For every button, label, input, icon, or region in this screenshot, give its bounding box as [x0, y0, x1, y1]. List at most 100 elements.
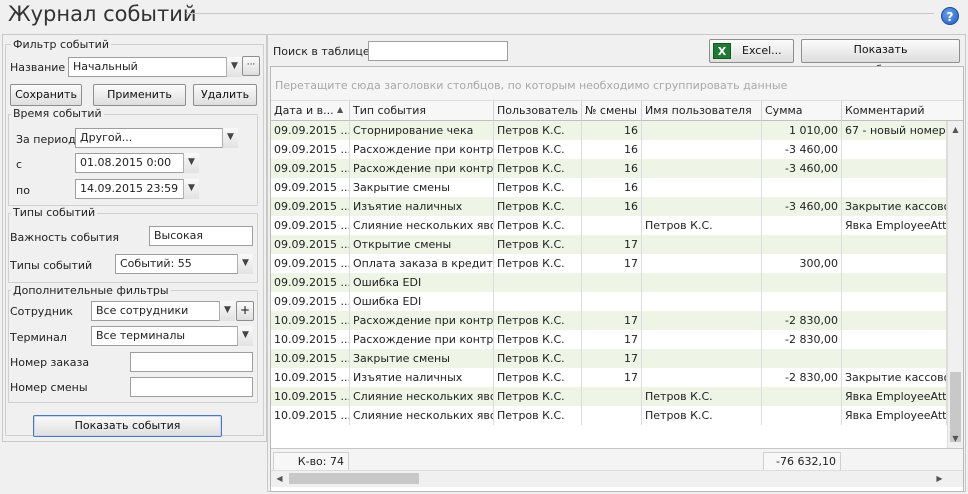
cell-shift: [582, 387, 642, 406]
cell-username: [642, 311, 762, 330]
order-number-field[interactable]: [130, 352, 253, 372]
cell-sum: [762, 216, 842, 235]
column-header-username[interactable]: Имя пользователя: [642, 101, 762, 121]
column-header-sum[interactable]: Сумма: [762, 101, 842, 121]
importance-field[interactable]: Высокая: [149, 226, 253, 246]
column-header-date[interactable]: Дата и в... ▲: [271, 101, 350, 121]
add-employee-button[interactable]: +: [236, 301, 254, 321]
cell-date: 10.09.2015 ...: [271, 311, 350, 330]
date-to-field[interactable]: 14.09.2015 23:59: [75, 179, 199, 199]
show-video-button[interactable]: Показать видеонаблюдение: [801, 39, 960, 76]
cell-type: Слияние нескольких явок: [350, 216, 494, 235]
table-row[interactable]: 09.09.2015 ... Расхождение при контр... Пе…: [271, 159, 947, 178]
save-button[interactable]: Сохранить: [10, 84, 82, 106]
cell-shift: [582, 216, 642, 235]
table-row[interactable]: 09.09.2015 ... Сторнирование чека Петров К…: [271, 121, 947, 140]
terminal-value: Все терминалы: [96, 329, 186, 342]
date-from-field[interactable]: 01.08.2015 0:00: [75, 153, 199, 173]
period-select[interactable]: Другой...: [75, 128, 238, 148]
cell-sum: [762, 406, 842, 425]
show-events-button[interactable]: Показать события: [33, 415, 222, 437]
table-row[interactable]: 10.09.2015 ... Изъятие наличных Петров К.С…: [271, 368, 947, 387]
scroll-left-icon[interactable]: ◀: [271, 470, 288, 487]
cell-date: 09.09.2015 ...: [271, 159, 350, 178]
cell-shift: 16: [582, 140, 642, 159]
title-divider: [186, 13, 934, 14]
importance-value: Высокая: [154, 229, 204, 242]
terminal-select[interactable]: Все терминалы: [91, 326, 253, 346]
event-types-select[interactable]: Событий: 55: [115, 254, 253, 274]
column-header-type[interactable]: Тип события: [350, 101, 494, 121]
cell-user: Петров К.С.: [494, 235, 582, 254]
window-title: Журнал событий: [8, 2, 197, 26]
cell-sum: 1 010,00: [762, 121, 842, 140]
cell-type: Открытие смены: [350, 235, 494, 254]
table-row[interactable]: 09.09.2015 ... Закрытие смены Петров К.С. 1…: [271, 178, 947, 197]
help-icon[interactable]: ?: [941, 7, 959, 25]
cell-date: 10.09.2015 ...: [271, 368, 350, 387]
chevron-down-icon[interactable]: ▼: [183, 153, 199, 173]
horizontal-scroll-thumb[interactable]: [289, 473, 419, 484]
filter-legend: Фильтр событий: [11, 38, 111, 51]
table-row[interactable]: 10.09.2015 ... Слияние нескольких явок Пет…: [271, 387, 947, 406]
more-button[interactable]: ···: [242, 56, 260, 76]
cell-comment: Явка EmployeeAtte...: [842, 216, 947, 235]
cell-user: Петров К.С.: [494, 140, 582, 159]
scroll-down-icon[interactable]: ▼: [947, 430, 963, 447]
employee-label: Сотрудник: [10, 305, 73, 318]
table-row[interactable]: 09.09.2015 ... Изъятие наличных Петров К.С…: [271, 197, 947, 216]
table-row[interactable]: 09.09.2015 ... Ошибка EDI: [271, 292, 947, 311]
chevron-down-icon[interactable]: ▼: [219, 301, 235, 321]
chevron-down-icon[interactable]: ▼: [226, 57, 242, 77]
table-row[interactable]: 09.09.2015 ... Слияние нескольких явок Пет…: [271, 216, 947, 235]
chevron-down-icon[interactable]: ▼: [237, 326, 253, 346]
column-header-comment[interactable]: Комментарий: [842, 101, 963, 121]
cell-type: Оплата заказа в кредит: [350, 254, 494, 273]
table-row[interactable]: 10.09.2015 ... Расхождение при контр... Пе…: [271, 330, 947, 349]
cell-date: 09.09.2015 ...: [271, 178, 350, 197]
table-row[interactable]: 09.09.2015 ... Оплата заказа в кредит Петр…: [271, 254, 947, 273]
table-row[interactable]: 10.09.2015 ... Слияние нескольких явок Пет…: [271, 406, 947, 425]
event-types-value: Событий: 55: [120, 257, 192, 270]
cell-shift: 16: [582, 178, 642, 197]
cell-sum: -3 460,00: [762, 159, 842, 178]
employee-select[interactable]: Все сотрудники: [91, 301, 235, 321]
cell-user: Петров К.С.: [494, 254, 582, 273]
chevron-down-icon[interactable]: ▼: [237, 254, 253, 274]
cell-shift: [582, 273, 642, 292]
apply-button[interactable]: Применить: [93, 84, 186, 106]
cell-type: Изъятие наличных: [350, 197, 494, 216]
cell-comment: [842, 178, 947, 197]
cell-shift: 17: [582, 235, 642, 254]
search-input[interactable]: [368, 41, 508, 61]
cell-comment: [842, 254, 947, 273]
cell-type: Ошибка EDI: [350, 292, 494, 311]
cell-user: [494, 273, 582, 292]
cell-user: Петров К.С.: [494, 159, 582, 178]
event-types-label: Типы событий: [10, 259, 93, 272]
table-row[interactable]: 09.09.2015 ... Ошибка EDI: [271, 273, 947, 292]
table-row[interactable]: 10.09.2015 ... Закрытие смены Петров К.С. 1…: [271, 349, 947, 368]
cell-sum: 300,00: [762, 254, 842, 273]
scroll-right-icon[interactable]: ▶: [931, 470, 948, 487]
table-row[interactable]: 09.09.2015 ... Расхождение при контр... Пе…: [271, 140, 947, 159]
column-header-shift[interactable]: № смены: [582, 101, 642, 121]
shift-number-field[interactable]: [130, 377, 253, 397]
cell-username: [642, 254, 762, 273]
chevron-down-icon[interactable]: ▼: [222, 128, 238, 148]
search-label: Поиск в таблице: [273, 45, 370, 58]
cell-shift: [582, 406, 642, 425]
column-header-user[interactable]: Пользователь: [494, 101, 582, 121]
cell-type: Расхождение при контр...: [350, 330, 494, 349]
group-panel-hint[interactable]: Перетащите сюда заголовки столбцов, по к…: [271, 67, 963, 101]
chevron-down-icon[interactable]: ▼: [183, 179, 199, 199]
scroll-up-icon[interactable]: ▲: [947, 121, 963, 138]
excel-button[interactable]: X Excel...: [709, 39, 794, 63]
delete-button[interactable]: Удалить: [193, 84, 257, 106]
table-row[interactable]: 10.09.2015 ... Расхождение при контр... Пе…: [271, 311, 947, 330]
filter-name-select[interactable]: Начальный: [68, 57, 242, 77]
cell-comment: [842, 273, 947, 292]
table-row[interactable]: 09.09.2015 ... Открытие смены Петров К.С. 1…: [271, 235, 947, 254]
cell-username: [642, 197, 762, 216]
cell-username: [642, 159, 762, 178]
